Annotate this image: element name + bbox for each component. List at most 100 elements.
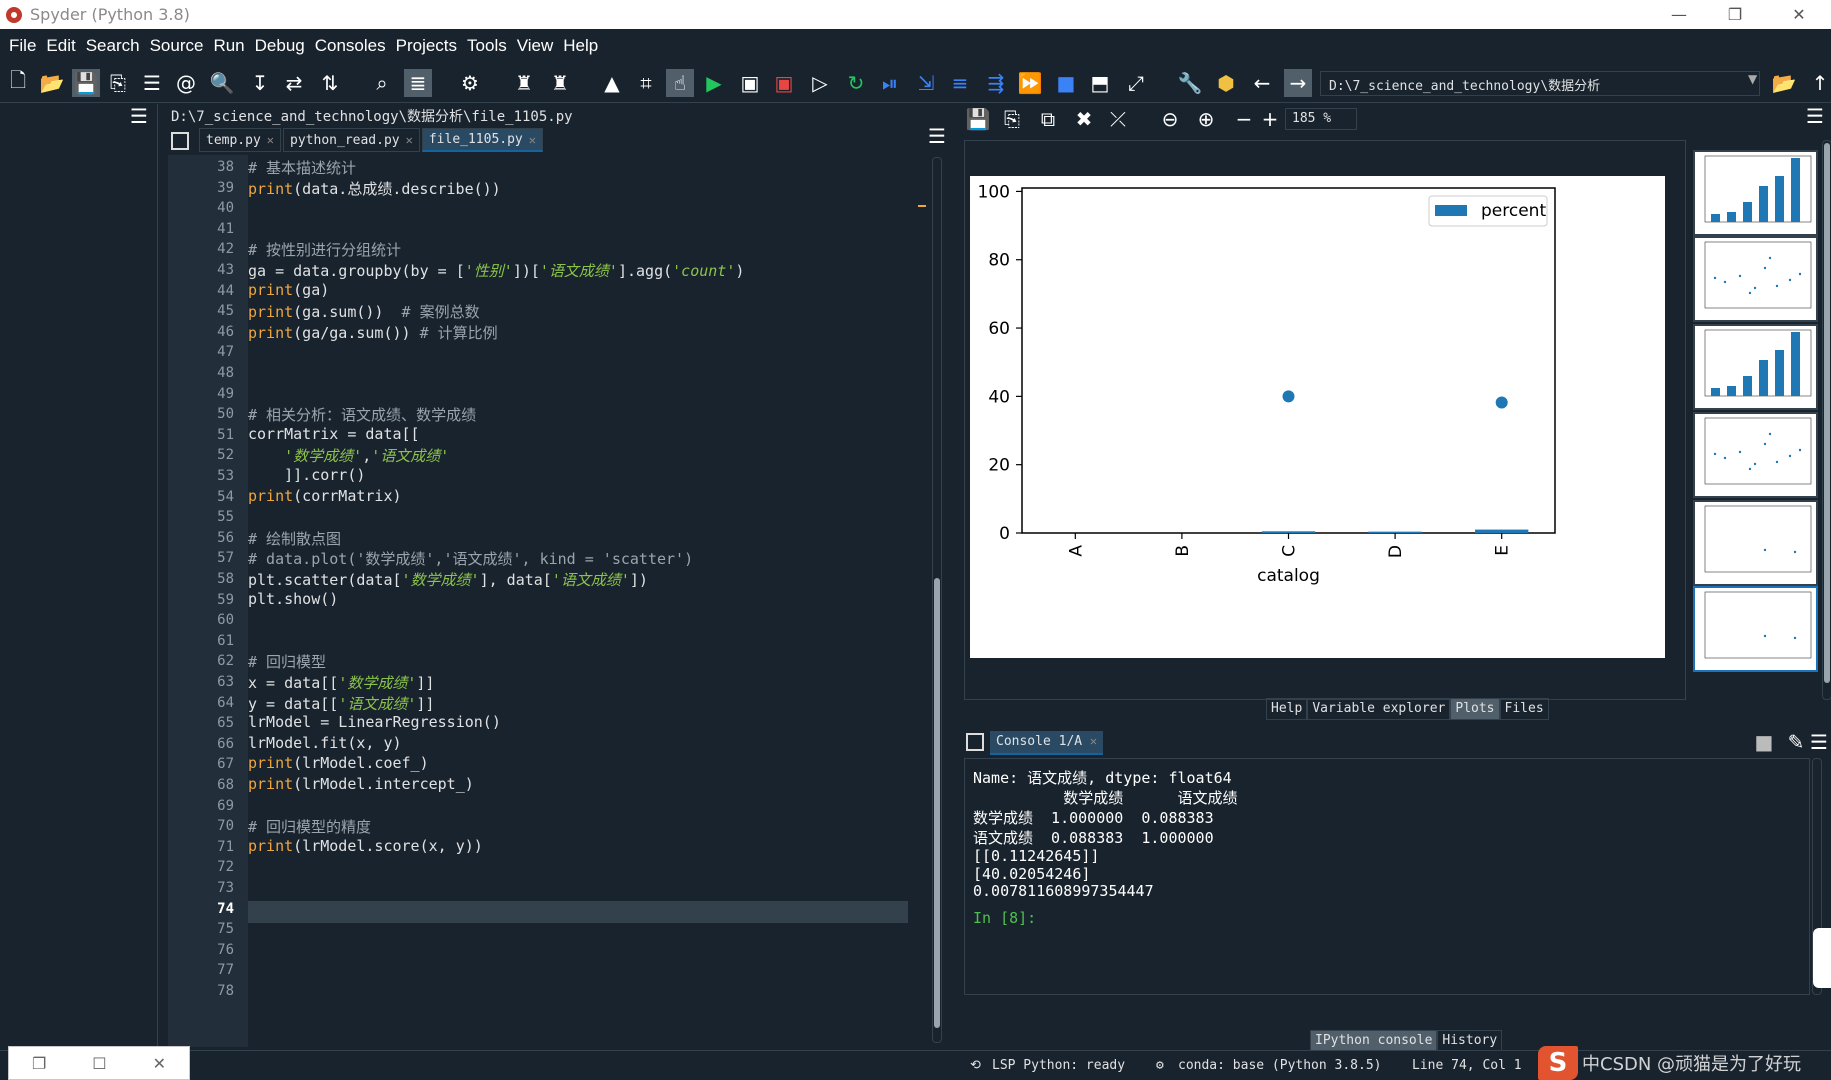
remove-plot-icon[interactable]: ✖ <box>1070 105 1098 133</box>
remove-all-plots-icon[interactable]: ⤫ <box>1104 105 1132 133</box>
minimize-button[interactable]: — <box>1656 0 1702 29</box>
menu-view[interactable]: View <box>512 36 559 56</box>
copy-plot-icon[interactable]: ⧉ <box>1034 105 1062 133</box>
browse-folder-icon[interactable]: 📂 <box>1770 69 1798 97</box>
forward-arrow-icon[interactable]: → <box>1284 69 1312 97</box>
outline-icon[interactable]: ≣ <box>404 69 432 97</box>
save-icon[interactable]: 💾 <box>72 69 100 97</box>
plots-options-icon[interactable]: ☰ <box>1806 104 1824 128</box>
editor-tab[interactable]: file_1105.py ✕ <box>421 128 543 152</box>
profile-2-icon[interactable]: ♜ <box>546 69 574 97</box>
code-line[interactable]: y = data[['语文成绩']] <box>248 693 434 715</box>
menu-file[interactable]: File <box>4 36 41 56</box>
save-plot-icon[interactable]: 💾 <box>964 105 992 133</box>
thumbnails-scrollbar-thumb[interactable] <box>1824 143 1830 683</box>
code-line[interactable]: lrModel.fit(x, y) <box>248 734 402 756</box>
rerun-icon[interactable]: ↻ <box>842 69 870 97</box>
breakpoint-icon[interactable]: ⌗ <box>632 69 660 97</box>
restore-icon[interactable]: ❐ <box>32 1054 46 1073</box>
close-tab-icon[interactable]: ✕ <box>1090 734 1097 748</box>
code-line[interactable]: # 相关分析：语文成绩、数学成绩 <box>248 404 476 426</box>
code-line[interactable]: # 绘制散点图 <box>248 528 341 550</box>
code-line[interactable]: # data.plot('数学成绩','语文成绩', kind = 'scatt… <box>248 548 693 570</box>
plot-thumbnail[interactable] <box>1693 412 1818 498</box>
close-tab-icon[interactable]: ✕ <box>267 133 274 147</box>
goto-line-icon[interactable]: ↧ <box>246 69 274 97</box>
code-area[interactable]: # 基本描述统计 print(data.总成绩.describe()) # 按性别进… <box>248 155 923 1047</box>
code-line[interactable]: ]].corr() <box>248 466 365 488</box>
plot-thumbnail[interactable] <box>1693 236 1818 322</box>
close-tab-icon[interactable]: ✕ <box>406 133 413 147</box>
menu-tools[interactable]: Tools <box>462 36 512 56</box>
chevron-down-icon[interactable]: ▼ <box>1748 72 1757 86</box>
lsp-status[interactable]: LSP Python: ready <box>992 1058 1125 1073</box>
fullscreen-icon[interactable]: ⤢ <box>1122 69 1150 97</box>
zoom-in-icon[interactable]: + <box>1256 105 1284 133</box>
plot-thumbnail[interactable] <box>1693 150 1818 236</box>
code-line[interactable]: plt.scatter(data['数学成绩'], data['语文成绩']) <box>248 569 648 591</box>
step-over-icon[interactable]: ⇲ <box>912 69 940 97</box>
code-line[interactable]: lrModel = LinearRegression() <box>248 713 501 735</box>
interrupt-kernel-icon[interactable]: ■ <box>1750 728 1778 756</box>
run-cell-icon[interactable]: ▣ <box>736 69 764 97</box>
maximize-pane-icon[interactable]: ⬒ <box>1086 69 1114 97</box>
zoom-level[interactable]: 185 % <box>1285 108 1357 130</box>
plot-thumbnail[interactable] <box>1693 500 1818 586</box>
editor-tab[interactable]: temp.py ✕ <box>199 128 282 152</box>
code-line[interactable]: print(lrModel.intercept_) <box>248 775 474 797</box>
code-line[interactable]: print(corrMatrix) <box>248 487 402 509</box>
step-return-icon[interactable]: ⇶ <box>982 69 1010 97</box>
tab-files[interactable]: Files <box>1499 698 1549 720</box>
run-cell-advance-icon[interactable]: ▣ <box>770 69 798 97</box>
conda-env-status[interactable]: conda: base (Python 3.8.5) <box>1178 1058 1382 1073</box>
tab-plots[interactable]: Plots <box>1450 698 1500 720</box>
console-options-icon[interactable]: ☰ <box>1810 730 1828 754</box>
tab-variable-explorer[interactable]: Variable explorer <box>1307 698 1451 720</box>
run-icon[interactable]: ▶ <box>700 69 728 97</box>
swap-icon[interactable]: ⇄ <box>280 69 308 97</box>
editor-tab[interactable]: python_read.py ✕ <box>283 128 420 152</box>
menu-run[interactable]: Run <box>208 36 249 56</box>
console-tab[interactable]: Console 1/A ✕ <box>990 731 1104 755</box>
code-line[interactable]: plt.show() <box>248 590 338 612</box>
code-line[interactable]: # 回归模型 <box>248 651 326 673</box>
console-prompt[interactable]: In [8]: <box>973 909 1036 927</box>
debug-step-icon[interactable]: ⏯ <box>876 69 904 97</box>
continue-icon[interactable]: ⏩ <box>1016 69 1044 97</box>
code-line[interactable]: print(lrModel.coef_) <box>248 754 429 776</box>
clear-console-icon[interactable]: ✎ <box>1782 728 1810 756</box>
code-line[interactable]: ga = data.groupby(by = ['性别'])['语文成绩'].a… <box>248 260 744 282</box>
code-line[interactable]: print(data.总成绩.describe()) <box>248 178 501 200</box>
sort-icon[interactable]: ⇅ <box>316 69 344 97</box>
thumbnails-scrollbar[interactable] <box>1822 140 1831 700</box>
menu-source[interactable]: Source <box>145 36 209 56</box>
list-icon[interactable]: ☰ <box>138 69 166 97</box>
code-line[interactable]: print(ga.sum()) # 案例总数 <box>248 301 480 323</box>
code-editor[interactable]: 38 39 40 41 42 43 44 45 46 47 48 49 50 51 52 53 54 55 56 57… <box>168 155 923 1047</box>
code-line[interactable]: # 基本描述统计 <box>248 157 356 179</box>
working-directory-input[interactable]: D:\7_science_and_technology\数据分析 <box>1320 71 1760 96</box>
menu-help[interactable]: Help <box>558 36 603 56</box>
zoom-out-icon[interactable]: − <box>1230 105 1258 133</box>
menu-debug[interactable]: Debug <box>250 36 310 56</box>
code-line[interactable]: x = data[['数学成绩']] <box>248 672 434 694</box>
browse-consoles-icon[interactable] <box>966 733 984 751</box>
side-widget[interactable] <box>1813 928 1831 988</box>
parent-dir-icon[interactable]: ↑ <box>1806 69 1831 97</box>
ipython-console[interactable]: Name: 语文成绩, dtype: float64 数学成绩 语文成绩 数学成绩… <box>964 758 1810 995</box>
preferences-wrench-icon[interactable]: 🔧 <box>1176 69 1204 97</box>
debug-icon[interactable]: ⚙ <box>456 69 484 97</box>
code-line[interactable]: # 按性别进行分组统计 <box>248 239 401 261</box>
tab-ipython-console[interactable]: IPython console <box>1310 1030 1438 1051</box>
up-icon[interactable]: ▲ <box>598 69 626 97</box>
browse-tabs-icon[interactable] <box>171 132 189 150</box>
save-all-plots-icon[interactable]: ⎘ <box>998 105 1026 133</box>
code-line[interactable]: print(ga/ga.sum()) # 计算比例 <box>248 322 498 344</box>
plot-thumbnail[interactable] <box>1693 586 1818 672</box>
editor-scrollbar-thumb[interactable] <box>934 578 940 1028</box>
square-icon[interactable]: ☐ <box>92 1054 106 1073</box>
python-path-icon[interactable]: ⬢ <box>1212 69 1240 97</box>
close-icon[interactable]: ✕ <box>153 1054 166 1073</box>
stop-icon[interactable]: ■ <box>1052 69 1080 97</box>
code-line[interactable]: corrMatrix = data[[ <box>248 425 420 447</box>
